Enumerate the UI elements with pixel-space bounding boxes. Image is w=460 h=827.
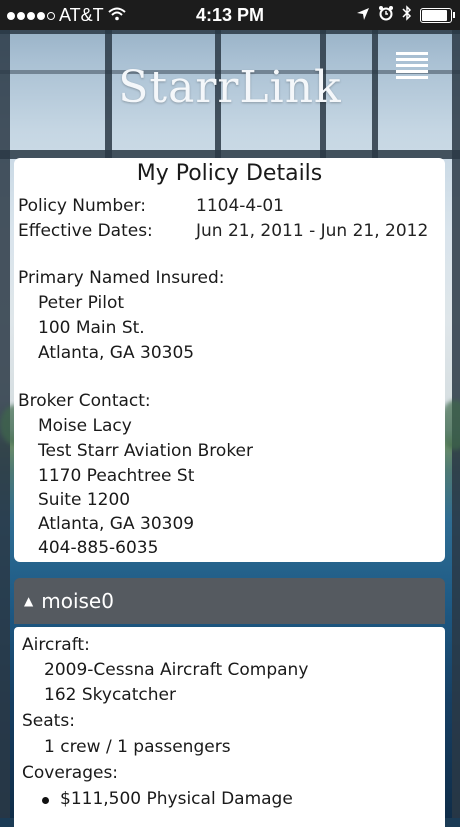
aircraft-section-header[interactable]: ▲ moise0 [14, 578, 445, 624]
broker-name: Moise Lacy [38, 416, 132, 436]
menu-icon-bar [396, 52, 428, 55]
menu-icon-bar [396, 64, 428, 67]
broker-phone[interactable]: 404-885-6035 [38, 538, 158, 558]
aircraft-details-card: Aircraft: 2009-Cessna Aircraft Company 1… [14, 627, 445, 827]
aircraft-model: 162 Skycatcher [44, 685, 176, 705]
broker-contact-label: Broker Contact: [18, 391, 151, 411]
aircraft-section-name: moise0 [41, 589, 114, 613]
status-bar: AT&T 4:13 PM [0, 0, 460, 30]
policy-number-label: Policy Number: [18, 196, 147, 216]
policy-details-title: My Policy Details [136, 161, 323, 186]
app-logo: StarrLink [118, 62, 342, 113]
policy-details-card: My Policy Details Policy Number: 1104-4-… [14, 158, 445, 562]
broker-suite: Suite 1200 [38, 490, 131, 510]
aircraft-make: 2009-Cessna Aircraft Company [44, 660, 309, 680]
menu-icon-bar [396, 70, 428, 73]
broker-street: 1170 Peachtree St [38, 466, 195, 486]
bullet-icon [42, 797, 49, 804]
insured-city: Atlanta, GA 30305 [38, 343, 195, 363]
aircraft-label: Aircraft: [22, 635, 90, 655]
coverages-label: Coverages: [22, 763, 119, 783]
seats-label: Seats: [22, 711, 75, 731]
battery-icon [420, 8, 455, 23]
menu-button[interactable] [396, 52, 428, 82]
menu-icon-bar [396, 58, 428, 61]
broker-company: Test Starr Aviation Broker [38, 441, 254, 461]
location-arrow-icon [356, 5, 370, 26]
broker-city: Atlanta, GA 30309 [38, 514, 195, 534]
insured-street: 100 Main St. [38, 318, 145, 338]
seats-value: 1 crew / 1 passengers [44, 737, 231, 757]
alarm-icon [378, 5, 394, 26]
insured-name: Peter Pilot [38, 293, 125, 313]
menu-icon-bar [396, 76, 428, 79]
primary-insured-label: Primary Named Insured: [18, 268, 225, 288]
window-frame [372, 28, 378, 158]
policy-number-value: 1104-4-01 [196, 196, 284, 216]
coverage-item: $111,500 Physical Damage [60, 789, 293, 809]
bluetooth-icon [402, 5, 412, 26]
effective-dates-value: Jun 21, 2011 - Jun 21, 2012 [196, 221, 429, 241]
effective-dates-label: Effective Dates: [18, 221, 153, 241]
collapse-caret-icon: ▲ [24, 594, 34, 608]
